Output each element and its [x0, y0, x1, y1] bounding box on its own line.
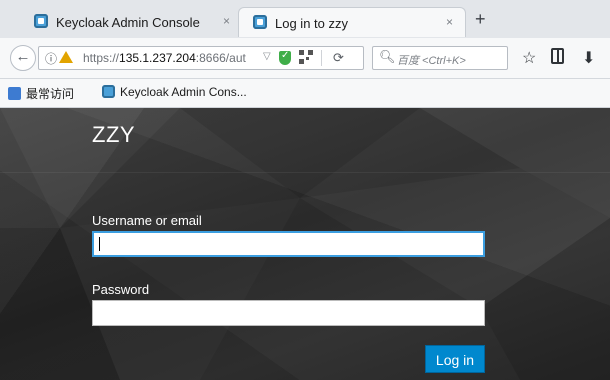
text-caret	[99, 237, 100, 251]
download-icon[interactable]: ⬇	[582, 48, 595, 68]
shield-icon[interactable]	[279, 50, 291, 65]
address-bar[interactable]: ⓘ https://135.1.237.204:8666/aut ▽ ⟳	[38, 46, 364, 70]
tab-strip: Keycloak Admin Console × Log in to zzy ×…	[0, 0, 610, 39]
reading-list-icon[interactable]	[551, 48, 564, 64]
dropdown-icon[interactable]: ▽	[263, 51, 271, 62]
separator	[321, 50, 322, 66]
search-icon: 🔍︎	[379, 49, 396, 64]
username-label: Username or email	[92, 213, 202, 228]
bookmark-most-visited[interactable]: 最常访问	[8, 85, 74, 102]
tab-label: Keycloak Admin Console	[56, 15, 200, 30]
warning-icon	[59, 51, 73, 63]
keycloak-favicon-icon	[102, 85, 115, 98]
bookmark-star-icon[interactable]: ☆	[522, 48, 536, 68]
login-button[interactable]: Log in	[425, 345, 485, 373]
search-box[interactable]: 🔍︎ 百度 <Ctrl+K>	[372, 46, 508, 70]
keycloak-favicon-icon	[253, 15, 267, 29]
tab-label: Log in to zzy	[275, 16, 348, 31]
url-text[interactable]: https://135.1.237.204:8666/aut	[83, 51, 261, 65]
tab-log-in[interactable]: Log in to zzy ×	[238, 7, 466, 37]
close-icon[interactable]: ×	[446, 15, 453, 29]
qr-code-icon[interactable]	[299, 50, 313, 64]
password-label: Password	[92, 282, 150, 297]
password-input[interactable]	[92, 300, 485, 326]
username-input[interactable]	[92, 231, 485, 257]
bookmark-folder-icon	[8, 87, 21, 100]
back-button[interactable]: ←	[10, 45, 36, 71]
reload-icon[interactable]: ⟳	[333, 50, 344, 66]
search-placeholder: 百度 <Ctrl+K>	[397, 55, 466, 67]
new-tab-button[interactable]: +	[475, 10, 486, 28]
info-icon[interactable]: ⓘ	[45, 50, 57, 67]
bookmark-keycloak-admin[interactable]: Keycloak Admin Cons...	[102, 85, 247, 99]
keycloak-favicon-icon	[34, 14, 48, 28]
realm-title: ZZY	[92, 122, 136, 147]
tab-keycloak-admin-console[interactable]: Keycloak Admin Console ×	[20, 7, 242, 37]
close-icon[interactable]: ×	[223, 14, 230, 28]
navigation-bar: ← ⓘ https://135.1.237.204:8666/aut ▽ ⟳ 🔍…	[0, 38, 610, 79]
login-page: ZZY Username or email Password Log in	[0, 108, 610, 380]
divider	[0, 172, 610, 173]
bookmarks-toolbar: 最常访问 Keycloak Admin Cons...	[0, 79, 610, 108]
